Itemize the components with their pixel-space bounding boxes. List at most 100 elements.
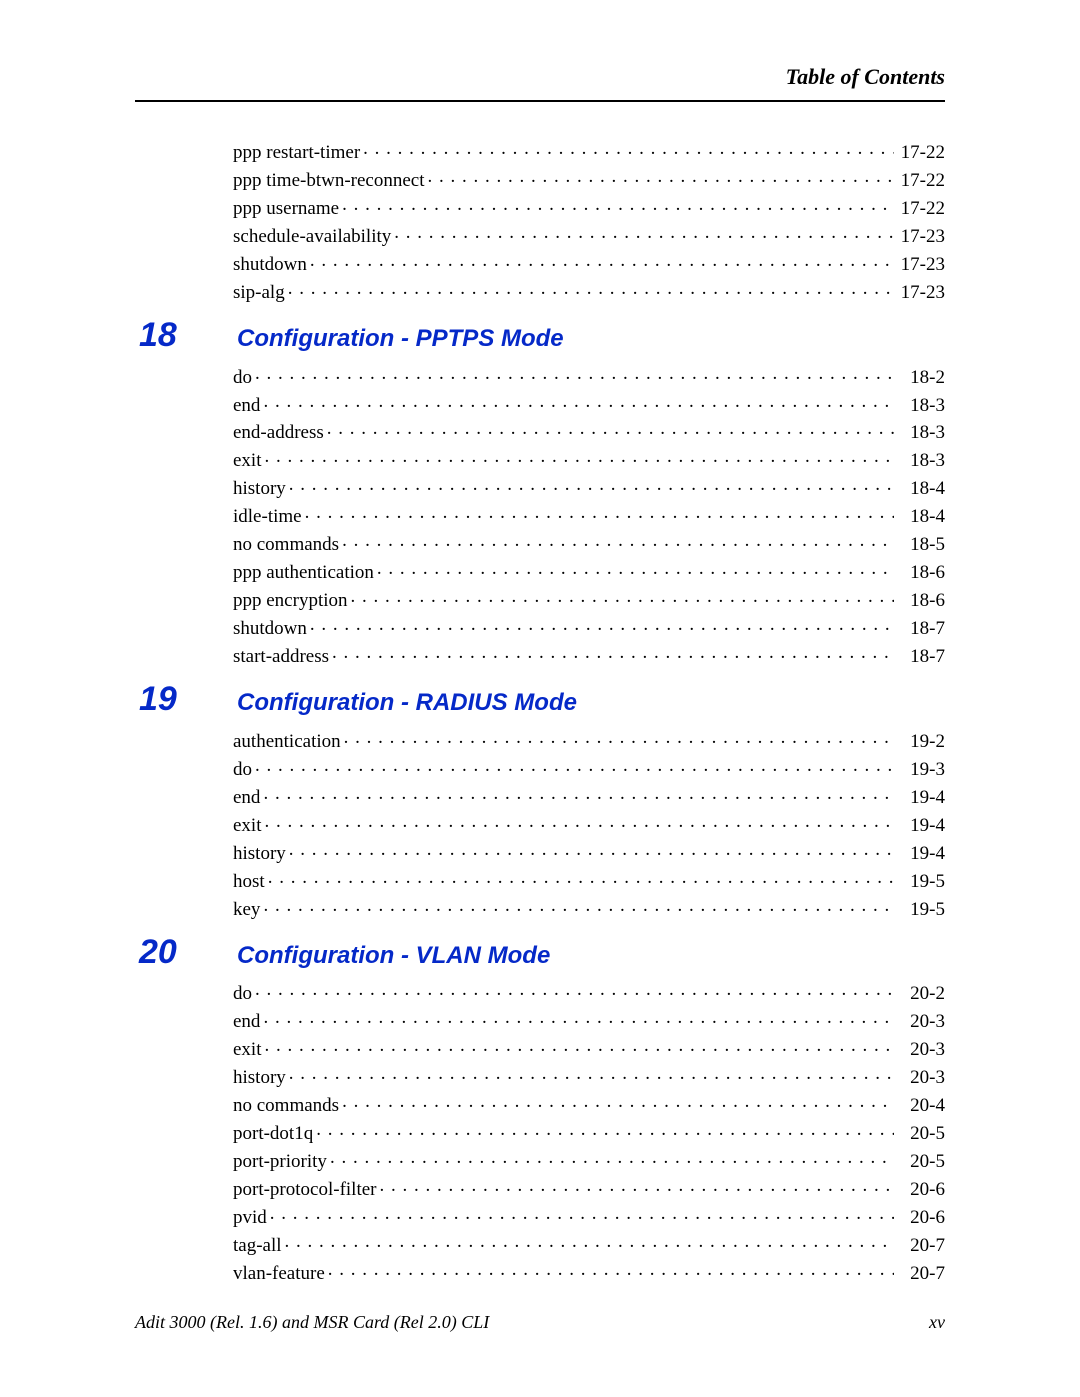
page: Table of Contents ppp restart-timer 17-2… [0,0,1080,1397]
chapter-title: Configuration - VLAN Mode [237,942,550,970]
toc-item[interactable]: ppp authentication18-6 [233,556,945,584]
toc-item-page: 18-6 [895,563,945,582]
toc-item-label: idle-time [233,507,304,526]
toc-item-label: end [233,396,262,415]
toc-item-page: 20-5 [895,1152,945,1171]
toc-item-label: end-address [233,423,326,442]
toc-item-label: no commands [233,1096,341,1115]
toc-item[interactable]: schedule-availability 17-23 [233,220,945,248]
toc-leader [316,1119,894,1139]
toc-leader [255,980,894,1000]
toc-item[interactable]: end 20-3 [233,1005,945,1033]
toc-item[interactable]: end19-4 [233,781,945,809]
toc-leader [288,278,894,298]
toc-item[interactable]: exit 20-3 [233,1033,945,1061]
toc-leader [380,1175,894,1195]
toc-item-label: shutdown [233,255,309,274]
toc-item-page: 17-22 [895,171,945,190]
toc-item-page: 19-4 [895,844,945,863]
toc-item-page: 18-5 [895,535,945,554]
toc-item[interactable]: port-dot1q20-5 [233,1117,945,1145]
toc-item[interactable]: history20-3 [233,1061,945,1089]
toc-item-label: ppp restart-timer [233,143,362,162]
toc-item[interactable]: idle-time18-4 [233,500,945,528]
toc-leader [255,755,894,775]
toc-item[interactable]: do18-2 [233,361,945,389]
toc-item-page: 19-4 [895,816,945,835]
toc-item[interactable]: shutdown18-7 [233,612,945,640]
toc-item-label: end [233,1012,262,1031]
toc-item[interactable]: ppp username 17-22 [233,192,945,220]
toc-item[interactable]: no commands20-4 [233,1089,945,1117]
toc-item[interactable]: do19-3 [233,753,945,781]
toc-item[interactable]: no commands18-5 [233,528,945,556]
toc-item-label: ppp time-btwn-reconnect [233,171,427,190]
toc-item-label: port-protocol-filter [233,1180,379,1199]
toc-item-label: vlan-feature [233,1264,327,1283]
toc-item[interactable]: pvid20-6 [233,1201,945,1229]
toc-leader [310,250,894,270]
toc-item[interactable]: do 20-2 [233,978,945,1006]
toc-item[interactable]: port-priority 20-5 [233,1145,945,1173]
toc-item[interactable]: ppp restart-timer 17-22 [233,136,945,164]
toc-item[interactable]: port-protocol-filter20-6 [233,1173,945,1201]
toc-item-page: 20-6 [895,1208,945,1227]
toc-item-label: exit [233,1040,264,1059]
toc-list: authentication19-2 do19-3 end19-4 exit19… [233,725,945,921]
toc-item-label: port-priority [233,1152,329,1171]
toc-leader [268,867,894,887]
toc-leader [394,222,894,242]
toc-item-label: exit [233,451,264,470]
toc-leader [310,614,894,634]
toc-item[interactable]: start-address18-7 [233,640,945,668]
toc-item-page: 18-4 [895,479,945,498]
toc-list: ppp restart-timer 17-22 ppp time-btwn-re… [233,136,945,304]
toc-item[interactable]: exit19-4 [233,809,945,837]
toc-item[interactable]: shutdown 17-23 [233,248,945,276]
toc-item[interactable]: ppp time-btwn-reconnect 17-22 [233,164,945,192]
chapter-title: Configuration - PPTPS Mode [237,325,564,353]
toc-item[interactable]: host19-5 [233,865,945,893]
toc-item-label: port-dot1q [233,1124,315,1143]
chapter-20-block: 20 Configuration - VLAN Mode do 20-2 end 2… [135,933,945,1285]
toc-item[interactable]: end18-3 [233,389,945,417]
toc-leader [289,839,894,859]
toc-item-page: 20-7 [895,1236,945,1255]
toc-item[interactable]: sip-alg 17-23 [233,276,945,304]
toc-item[interactable]: vlan-feature 20-7 [233,1257,945,1285]
chapter-19-block: 19 Configuration - RADIUS Mode authentic… [135,680,945,921]
toc-item-page: 19-3 [895,760,945,779]
toc-leader [342,194,894,214]
toc-item[interactable]: key19-5 [233,893,945,921]
toc-item-label: do [233,368,254,387]
running-head: Table of Contents [135,64,945,90]
chapter-row[interactable]: 20 Configuration - VLAN Mode [135,933,945,972]
chapter-row[interactable]: 18 Configuration - PPTPS Mode [135,316,945,355]
toc-leader [342,530,894,550]
toc-item[interactable]: ppp encryption18-6 [233,584,945,612]
running-head-rule [135,100,945,102]
chapter-row[interactable]: 19 Configuration - RADIUS Mode [135,680,945,719]
toc-leader [342,1091,894,1111]
toc-item[interactable]: authentication19-2 [233,725,945,753]
toc-item-label: ppp encryption [233,591,350,610]
toc-item-label: do [233,984,254,1003]
toc-leader [285,1231,894,1251]
toc-leader [265,1035,895,1055]
toc-item[interactable]: tag-all20-7 [233,1229,945,1257]
toc-item[interactable]: history18-4 [233,472,945,500]
toc-item-label: authentication [233,732,343,751]
toc-leader [330,1147,894,1167]
toc-item[interactable]: end-address18-3 [233,417,945,445]
toc-item-page: 20-2 [895,984,945,1003]
toc-item-page: 20-7 [895,1264,945,1283]
toc-leader [305,502,894,522]
toc-item[interactable]: exit18-3 [233,444,945,472]
toc-leader [265,446,895,466]
toc-item[interactable]: history19-4 [233,837,945,865]
toc-item-page: 20-3 [895,1012,945,1031]
toc-item-page: 17-23 [895,227,945,246]
chapter-number: 20 [135,933,237,972]
toc-item-page: 20-3 [895,1040,945,1059]
toc-item-label: host [233,872,267,891]
